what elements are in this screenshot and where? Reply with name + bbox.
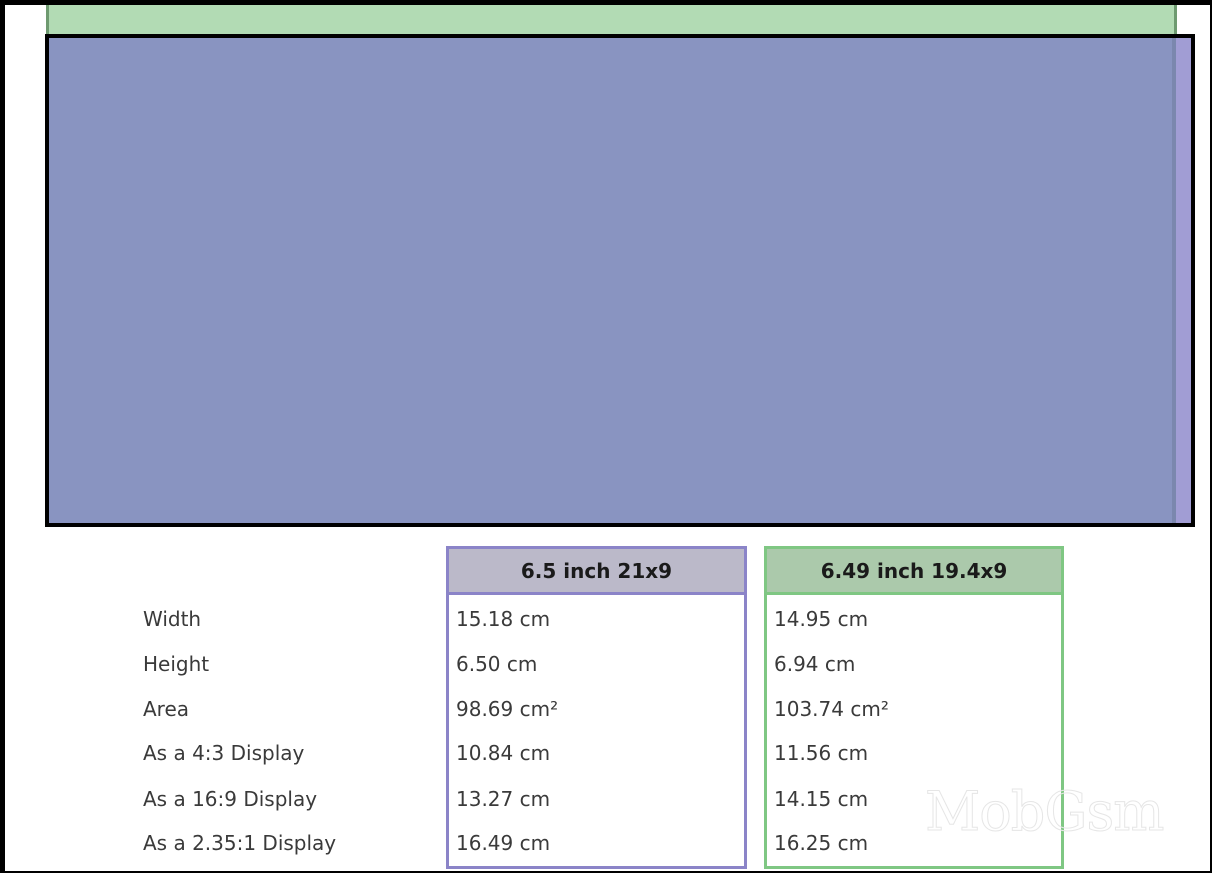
cell-width: 14.95 cm [774,607,869,631]
cell-16-9: 13.27 cm [456,787,551,811]
row-label-width: Width [143,607,202,631]
column-header: 6.5 inch 21x9 [449,549,744,595]
cell-height: 6.50 cm [456,652,538,676]
cell-height: 6.94 cm [774,652,856,676]
cell-2-35-1: 16.25 cm [774,831,869,855]
row-label-height: Height [143,652,210,676]
cell-4-3: 11.56 cm [774,741,869,765]
cell-16-9: 14.15 cm [774,787,869,811]
cell-4-3: 10.84 cm [456,741,551,765]
cell-area: 98.69 cm² [456,697,559,721]
watermark-logo: MobGsm [924,780,1164,844]
row-label-area: Area [143,697,190,721]
cell-2-35-1: 16.49 cm [456,831,551,855]
row-label-2-35-1: As a 2.35:1 Display [143,831,337,855]
column-header: 6.49 inch 19.4x9 [767,549,1061,595]
row-label-16-9: As a 16:9 Display [143,787,318,811]
screen-column-6-5-inch: 6.5 inch 21x9 15.18 cm 6.50 cm 98.69 cm²… [446,546,747,869]
cell-width: 15.18 cm [456,607,551,631]
screen-overlap-area [49,38,1172,523]
cell-area: 103.74 cm² [774,697,889,721]
green-screen-right-edge [1172,38,1176,523]
row-label-4-3: As a 4:3 Display [143,741,305,765]
